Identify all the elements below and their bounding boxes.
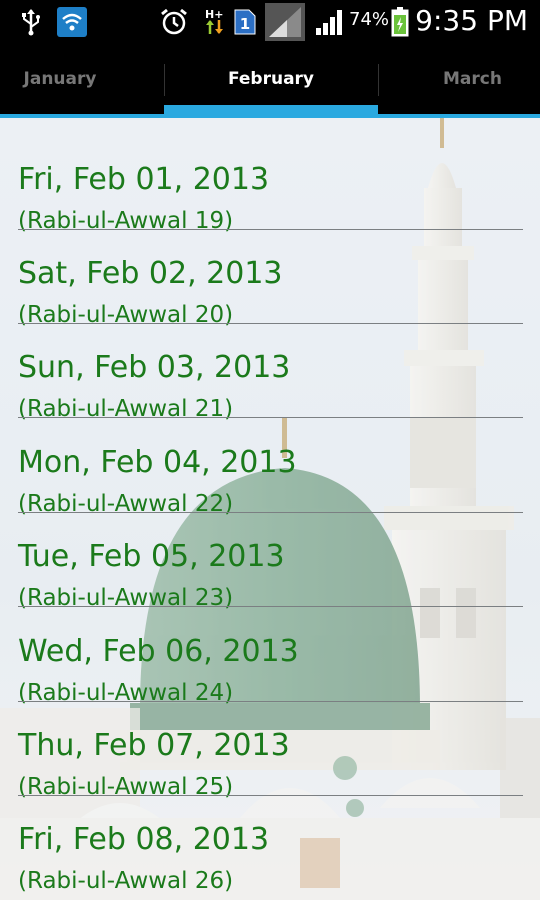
status-bar: H+ 1 74% 9:35 PM [0,0,540,44]
list-item[interactable]: Fri, Feb 01, 2013 (Rabi-ul-Awwal 19) [18,136,523,234]
tab-february[interactable]: February [165,44,377,114]
sim-icon: 1 [232,6,258,38]
row-divider [18,606,523,607]
gregorian-date: Tue, Feb 05, 2013 [18,539,285,574]
month-tabs: January February March [0,44,540,118]
day-list: Fri, Feb 01, 2013 (Rabi-ul-Awwal 19) Sat… [0,118,540,900]
tab-selected-indicator [164,105,378,114]
gregorian-date: Thu, Feb 07, 2013 [18,728,290,763]
tab-march[interactable]: March [420,44,525,114]
gregorian-date: Wed, Feb 06, 2013 [18,634,299,669]
gregorian-date: Sat, Feb 02, 2013 [18,256,283,291]
list-item[interactable]: Wed, Feb 06, 2013 (Rabi-ul-Awwal 24) [18,608,523,706]
hijri-date: (Rabi-ul-Awwal 26) [18,868,234,894]
sim-badge: 1 [240,15,250,33]
usb-icon [18,6,44,38]
battery-percent: 74% [349,9,390,30]
list-item[interactable]: Mon, Feb 04, 2013 (Rabi-ul-Awwal 22) [18,419,523,517]
tab-january[interactable]: January [0,44,120,114]
alarm-icon [158,6,190,38]
gregorian-date: Fri, Feb 08, 2013 [18,822,270,857]
data-arrows-icon: H+ [202,6,228,38]
list-item[interactable]: Tue, Feb 05, 2013 (Rabi-ul-Awwal 23) [18,513,523,611]
svg-text:H+: H+ [205,8,223,21]
clock: 9:35 PM [415,4,528,37]
list-item[interactable]: Fri, Feb 08, 2013 (Rabi-ul-Awwal 26) [18,796,523,894]
list-item[interactable]: Sun, Feb 03, 2013 (Rabi-ul-Awwal 21) [18,324,523,422]
list-item[interactable]: Sat, Feb 02, 2013 (Rabi-ul-Awwal 20) [18,230,523,328]
gregorian-date: Fri, Feb 01, 2013 [18,162,270,197]
tab-divider [378,64,379,96]
list-item[interactable]: Thu, Feb 07, 2013 (Rabi-ul-Awwal 25) [18,702,523,800]
signal-icon [264,3,306,41]
row-divider [18,417,523,418]
gregorian-date: Mon, Feb 04, 2013 [18,445,297,480]
battery-icon [390,6,410,38]
wifi-app-icon [56,6,88,38]
gregorian-date: Sun, Feb 03, 2013 [18,350,291,385]
signal-strength-icon [314,6,346,38]
